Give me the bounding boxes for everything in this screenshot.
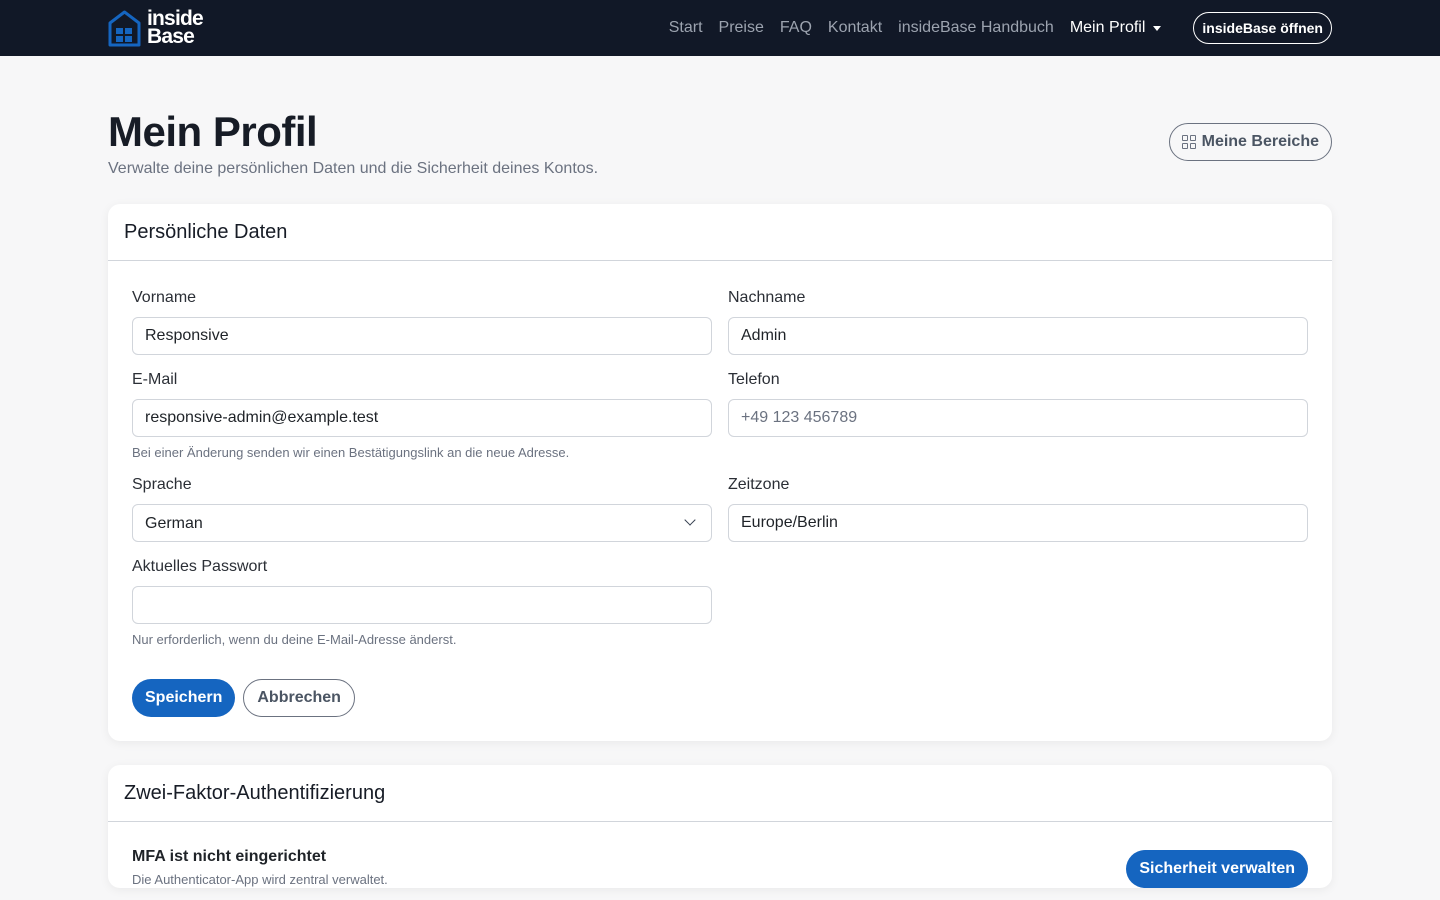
nav-links: Start Preise FAQ Kontakt insideBase Hand…: [669, 12, 1332, 44]
form-actions: Speichern Abbrechen: [132, 679, 1308, 717]
current-password-input[interactable]: [132, 586, 712, 624]
phone-label: Telefon: [728, 371, 780, 388]
profile-dropdown[interactable]: Mein Profil: [1070, 19, 1162, 37]
manage-security-button[interactable]: Sicherheit verwalten: [1126, 850, 1308, 888]
brand-name-line2: Base: [147, 25, 195, 48]
brand-logo[interactable]: inside Base: [108, 8, 204, 48]
page-header: Mein Profil Verwalte deine persönlichen …: [108, 56, 1332, 204]
brand-name: inside Base: [147, 8, 204, 48]
first-name-input[interactable]: [132, 317, 712, 355]
top-navbar: inside Base Start Preise FAQ Kontakt ins…: [0, 0, 1440, 56]
caret-down-icon: [1153, 25, 1162, 31]
nav-link-kontakt[interactable]: Kontakt: [828, 19, 882, 37]
page-title: Mein Profil: [108, 108, 318, 155]
my-areas-label: Meine Bereiche: [1201, 133, 1319, 150]
language-label: Sprache: [132, 476, 192, 493]
page-subtitle: Verwalte deine persönlichen Daten und di…: [108, 160, 599, 177]
house-logo-icon: [108, 10, 141, 46]
mfa-title: Zwei-Faktor-Authentifizierung: [108, 765, 1332, 822]
mfa-body: MFA ist nicht eingerichtet Die Authentic…: [108, 822, 1332, 888]
personal-data-form: Vorname Nachname E-Mail Bei einer Änderu…: [108, 261, 1332, 741]
open-insidebase-button[interactable]: insideBase öffnen: [1193, 12, 1332, 44]
email-input[interactable]: [132, 399, 712, 437]
phone-input[interactable]: [728, 399, 1308, 437]
mfa-status: MFA ist nicht eingerichtet: [132, 848, 327, 865]
timezone-label: Zeitzone: [728, 476, 790, 493]
email-label: E-Mail: [132, 371, 178, 388]
nav-link-handbuch[interactable]: insideBase Handbuch: [898, 19, 1054, 37]
last-name-input[interactable]: [728, 317, 1308, 355]
nav-link-faq[interactable]: FAQ: [780, 19, 812, 37]
personal-data-card: Persönliche Daten Vorname Nachname E-Mai…: [108, 204, 1332, 741]
email-help-text: Bei einer Änderung senden wir einen Best…: [132, 445, 570, 460]
nav-link-start[interactable]: Start: [669, 19, 703, 37]
mfa-card: Zwei-Faktor-Authentifizierung MFA ist ni…: [108, 765, 1332, 888]
main-content: Mein Profil Verwalte deine persönlichen …: [108, 56, 1332, 888]
password-help-text: Nur erforderlich, wenn du deine E-Mail-A…: [132, 632, 457, 647]
last-name-label: Nachname: [728, 289, 806, 306]
my-areas-button[interactable]: Meine Bereiche: [1168, 123, 1332, 161]
language-select[interactable]: German: [132, 504, 712, 542]
current-password-label: Aktuelles Passwort: [132, 558, 268, 575]
grid-icon: [1181, 135, 1196, 149]
save-button[interactable]: Speichern: [132, 679, 236, 717]
cancel-button[interactable]: Abbrechen: [243, 679, 355, 717]
personal-data-title: Persönliche Daten: [108, 204, 1332, 261]
first-name-label: Vorname: [132, 289, 197, 306]
timezone-input[interactable]: [728, 504, 1308, 542]
profile-dropdown-label: Mein Profil: [1069, 19, 1146, 36]
mfa-description: Die Authenticator-App wird zentral verwa…: [132, 872, 388, 887]
nav-link-preise[interactable]: Preise: [719, 19, 764, 37]
